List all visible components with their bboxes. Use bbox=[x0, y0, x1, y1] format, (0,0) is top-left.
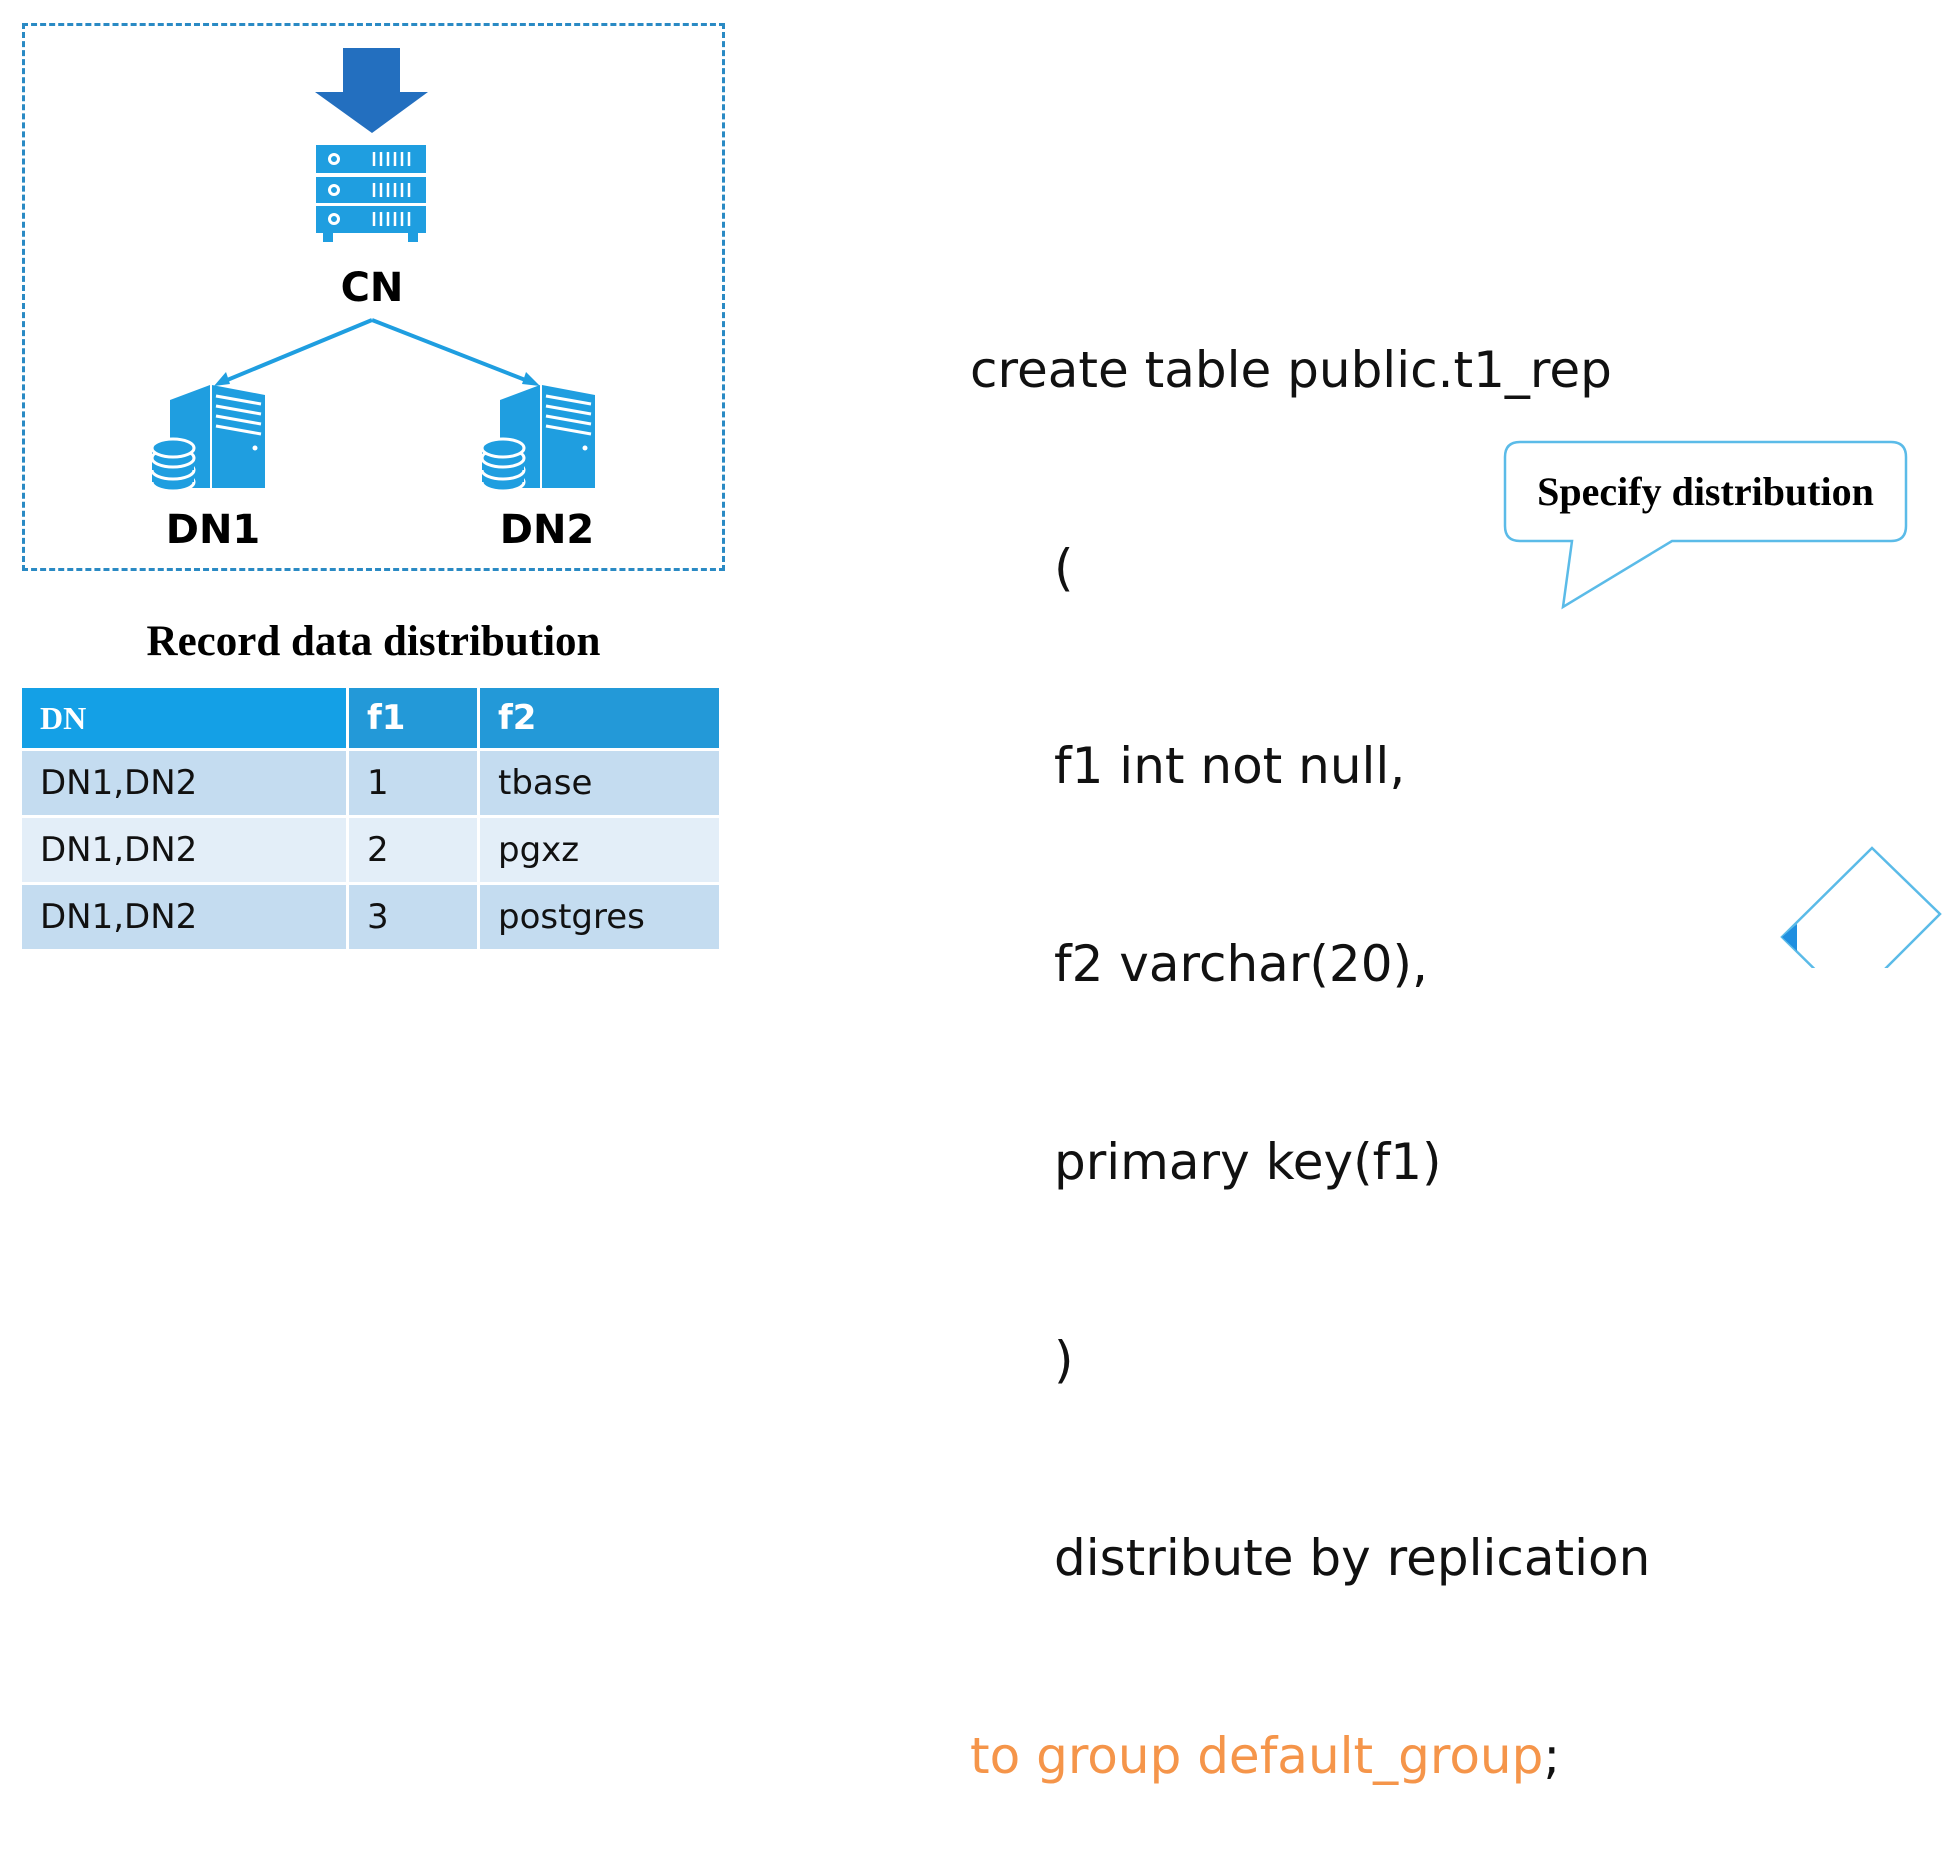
dn2-label: DN2 bbox=[499, 507, 595, 553]
cell-f2: postgres bbox=[480, 885, 719, 949]
table-row: DN1,DN2 3 postgres bbox=[22, 885, 719, 949]
sql-line-group: to group default_group; bbox=[970, 1723, 1650, 1789]
column-header-f1: f1 bbox=[349, 688, 477, 748]
diamond-outline-icon bbox=[1780, 846, 1942, 968]
column-header-dn: DN bbox=[22, 688, 346, 748]
cell-dn: DN1,DN2 bbox=[22, 885, 346, 949]
cell-dn: DN1,DN2 bbox=[22, 751, 346, 815]
cell-f1: 3 bbox=[349, 885, 477, 949]
sql-line-create: create table public.t1_rep bbox=[970, 341, 1612, 399]
sql-line-open-paren: ( bbox=[1054, 539, 1074, 597]
table-row: DN1,DN2 2 pgxz bbox=[22, 818, 719, 882]
callout-text: Specify distribution bbox=[1537, 469, 1874, 514]
cell-f2: tbase bbox=[480, 751, 719, 815]
sql-line-primary-key: primary key(f1) bbox=[1054, 1133, 1442, 1191]
cn-label: CN bbox=[340, 265, 404, 311]
sql-line-close-paren: ) bbox=[1054, 1331, 1074, 1389]
sql-line-f2: f2 varchar(20), bbox=[1054, 935, 1428, 993]
cell-f1: 1 bbox=[349, 751, 477, 815]
cell-f2: pgxz bbox=[480, 818, 719, 882]
table-header-row: DN f1 f2 bbox=[22, 688, 719, 748]
column-header-f2: f2 bbox=[480, 688, 719, 748]
table-title: Record data distribution bbox=[146, 618, 601, 665]
sql-line-f1: f1 int not null, bbox=[1054, 737, 1406, 795]
sql-group-clause: to group default_group bbox=[970, 1727, 1544, 1785]
cell-f1: 2 bbox=[349, 818, 477, 882]
sql-line-distribute: distribute by replication bbox=[1054, 1529, 1651, 1587]
dn1-label: DN1 bbox=[165, 507, 261, 553]
sql-terminator: ; bbox=[1543, 1727, 1561, 1785]
cell-dn: DN1,DN2 bbox=[22, 818, 346, 882]
table-row: DN1,DN2 1 tbase bbox=[22, 751, 719, 815]
distribution-table: DN f1 f2 DN1,DN2 1 tbase DN1,DN2 2 pgxz … bbox=[19, 685, 722, 952]
